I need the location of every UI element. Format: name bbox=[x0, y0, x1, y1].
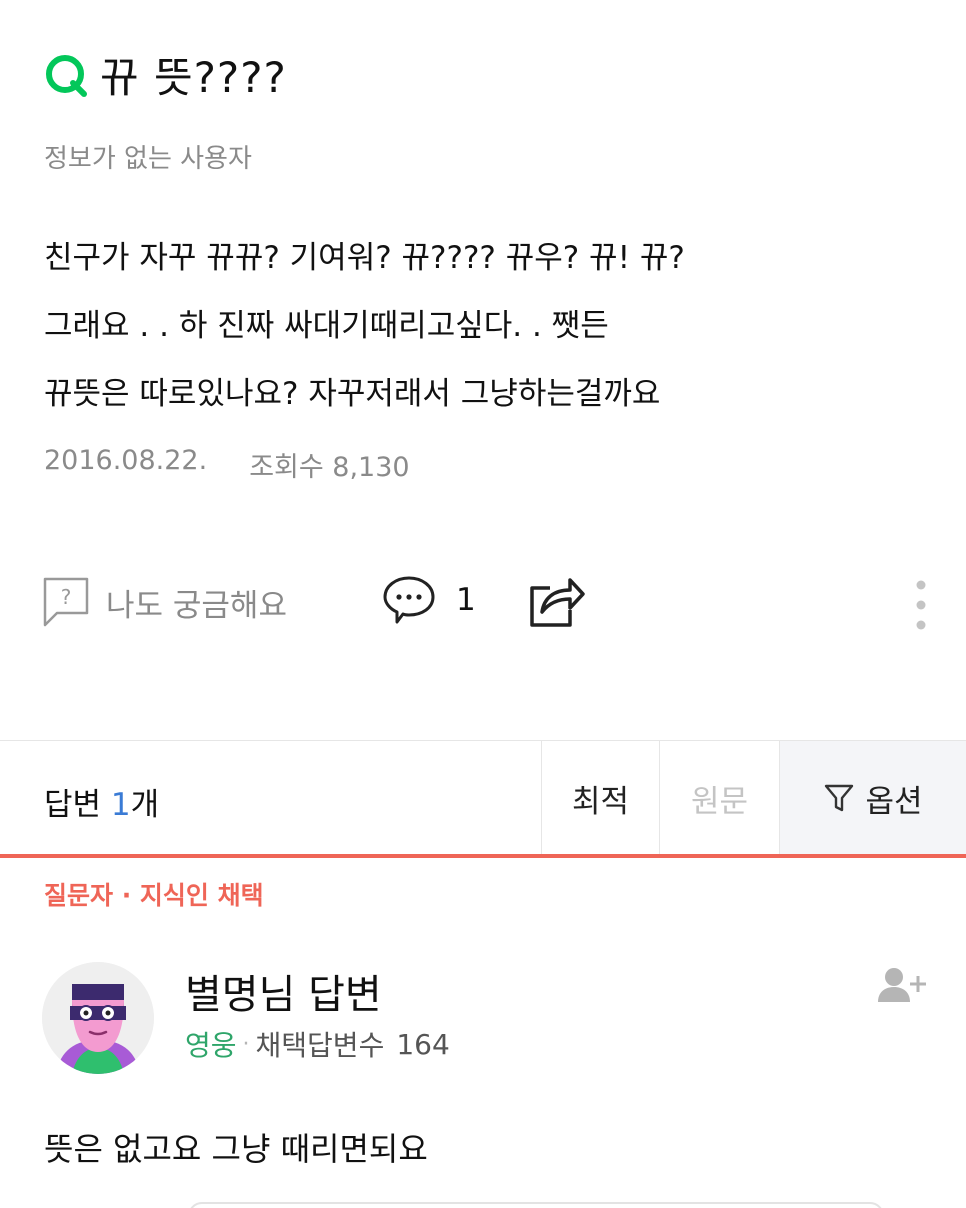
filter-icon bbox=[825, 784, 854, 812]
adopted-count: 164 bbox=[396, 1027, 450, 1061]
question-title: 뀨 뜻???? bbox=[100, 53, 287, 102]
chosen-badge: 질문자 · 지식인 채택 bbox=[44, 881, 264, 910]
add-user-icon[interactable] bbox=[878, 966, 928, 1004]
answerer-name[interactable]: 별명님 답변 bbox=[185, 962, 382, 1020]
question-body-line: 그래요 . . 하 진짜 싸대기때리고싶다. . 쨋든 bbox=[44, 308, 609, 344]
curious-label: 나도 궁금해요 bbox=[106, 587, 287, 624]
question-views: 조회수 8,130 bbox=[249, 452, 410, 483]
question-meta: 2016.08.22. 조회수 8,130 bbox=[44, 445, 410, 484]
answer-count: 답변 1개 bbox=[44, 779, 159, 824]
question-body-line: 친구가 자꾸 뀨뀨? 기여워? 뀨???? 뀨우? 뀨! 뀨? bbox=[44, 240, 685, 276]
svg-text:?: ? bbox=[61, 585, 72, 609]
question-body: 친구가 자꾸 뀨뀨? 기여워? 뀨???? 뀨우? 뀨! 뀨? 그래요 . . … bbox=[44, 224, 924, 428]
share-icon[interactable] bbox=[528, 572, 586, 628]
answerer-rank: 영웅 bbox=[185, 1029, 237, 1062]
adopted-label: 채택답변수 bbox=[255, 1029, 385, 1062]
answer-sort-bar: 답변 1개 최적 원문 옵션 bbox=[0, 740, 966, 856]
answer-count-number: 1 bbox=[110, 787, 131, 823]
answer-bar-underline bbox=[0, 854, 966, 858]
answer-count-prefix: 답변 bbox=[44, 787, 111, 823]
question-page: 뀨 뜻???? 정보가 없는 사용자 친구가 자꾸 뀨뀨? 기여워? 뀨????… bbox=[0, 0, 966, 1208]
answerer-meta: 영웅 · 채택답변수 164 bbox=[185, 1024, 450, 1064]
curious-button[interactable]: ? 나도 궁금해요 bbox=[42, 576, 287, 628]
option-button[interactable]: 옵션 bbox=[779, 741, 966, 855]
question-title-row: 뀨 뜻???? bbox=[42, 44, 287, 105]
avatar-character-icon bbox=[42, 962, 154, 1074]
avatar[interactable] bbox=[42, 962, 154, 1074]
sort-best-tab[interactable]: 최적 bbox=[541, 741, 659, 855]
comment-button[interactable]: 1 bbox=[382, 574, 476, 626]
sort-original-tab[interactable]: 원문 bbox=[659, 741, 779, 855]
comment-icon bbox=[383, 576, 435, 624]
question-date: 2016.08.22. bbox=[44, 445, 208, 476]
meta-separator: · bbox=[242, 1031, 250, 1057]
option-label: 옵션 bbox=[865, 783, 923, 820]
question-bubble-icon: ? bbox=[43, 577, 89, 627]
question-actions: ? 나도 궁금해요 1 bbox=[0, 570, 966, 630]
question-body-line: 뀨뜻은 따로있나요? 자꾸저래서 그냥하는걸까요 bbox=[44, 376, 661, 412]
q-icon bbox=[46, 54, 87, 97]
more-vertical-icon[interactable] bbox=[906, 576, 936, 630]
question-author[interactable]: 정보가 없는 사용자 bbox=[44, 138, 252, 175]
answer-footer-card bbox=[188, 1202, 884, 1208]
answer-count-suffix: 개 bbox=[130, 787, 160, 823]
comment-count: 1 bbox=[456, 582, 476, 618]
answer-body: 뜻은 없고요 그냥 때리면되요 bbox=[44, 1130, 428, 1168]
